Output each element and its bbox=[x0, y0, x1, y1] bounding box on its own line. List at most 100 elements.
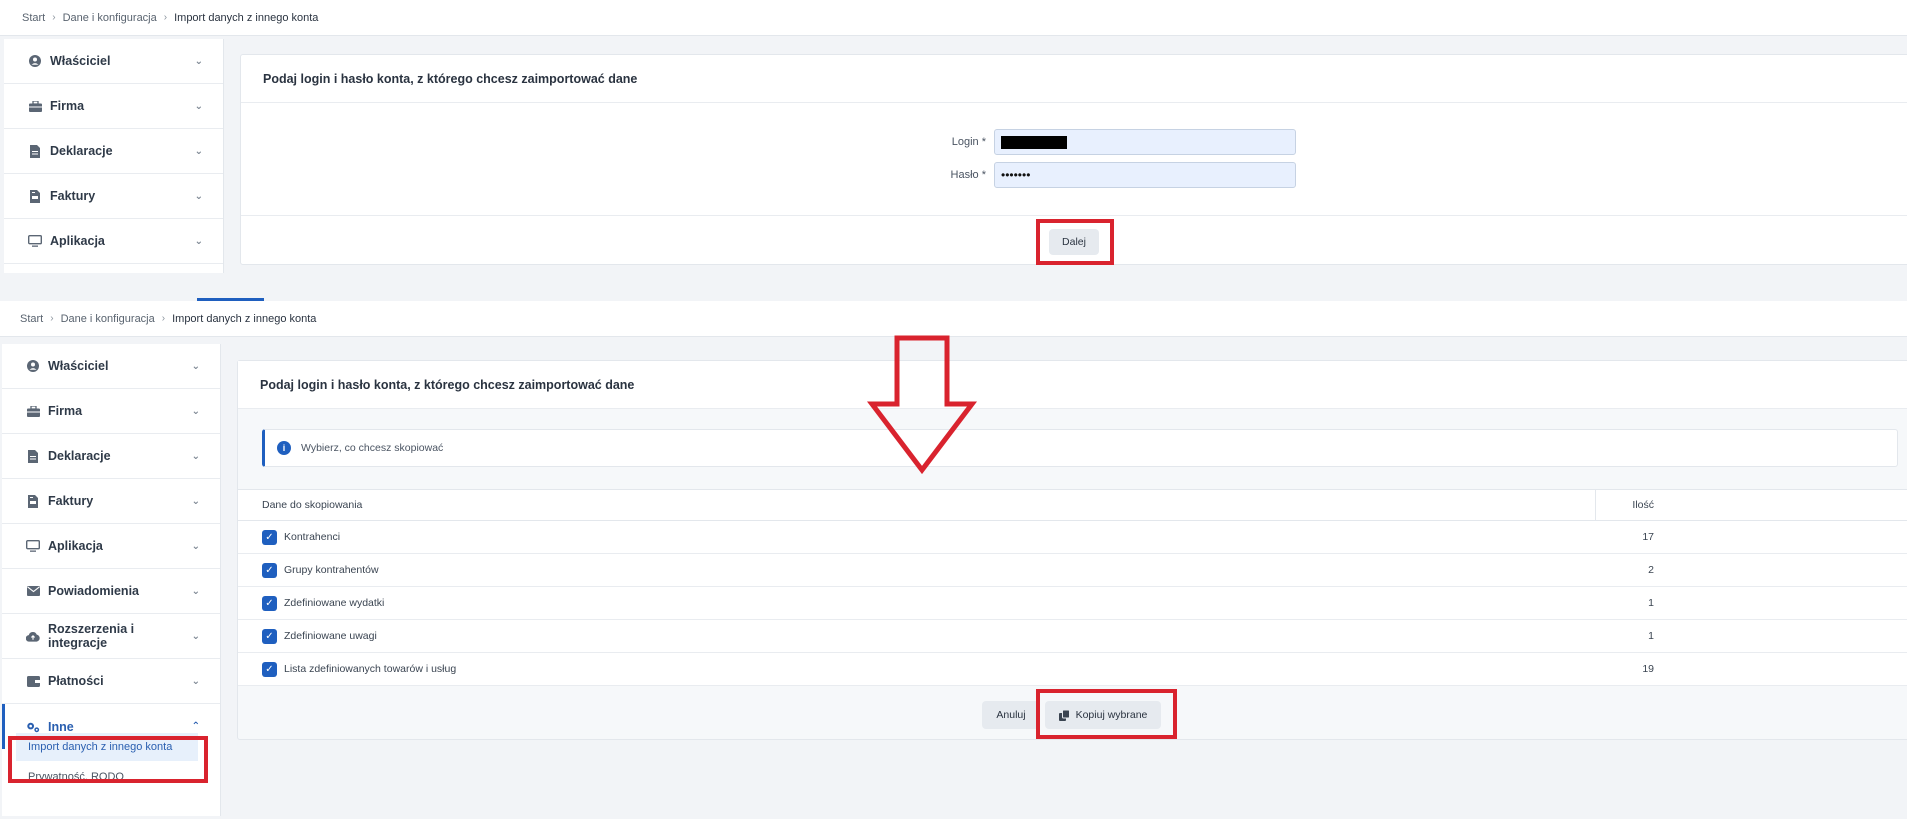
sidebar-item-label: Firma bbox=[50, 99, 85, 113]
breadcrumb-separator-icon: › bbox=[52, 12, 56, 23]
document-icon bbox=[28, 144, 42, 158]
sidebar-item-wlasciciel[interactable]: Właściciel ⌄ bbox=[2, 344, 220, 389]
copy-card: Podaj login i hasło konta, z którego chc… bbox=[237, 360, 1907, 740]
sidebar-item-firma[interactable]: Firma ⌄ bbox=[2, 389, 220, 434]
sidebar-item-platnosci[interactable]: Płatności ⌄ bbox=[2, 659, 220, 704]
chevron-down-icon: ⌄ bbox=[194, 145, 203, 157]
row-name-cell: ✓ Lista zdefiniowanych towarów i usług bbox=[262, 653, 456, 685]
chevron-down-icon: ⌄ bbox=[191, 450, 200, 462]
chevron-down-icon: ⌄ bbox=[191, 630, 200, 642]
sidebar-item-label: Płatności bbox=[48, 674, 104, 688]
sidebar-item-powiadomienia[interactable]: Powiadomienia ⌄ bbox=[2, 569, 220, 614]
sidebar-item-aplikacja[interactable]: Aplikacja ⌄ bbox=[2, 524, 220, 569]
sidebar-item-aplikacja[interactable]: Aplikacja ⌄ bbox=[4, 219, 223, 264]
envelope-icon bbox=[26, 584, 40, 598]
sidebar-item-label: Faktury bbox=[48, 494, 94, 508]
login-input[interactable] bbox=[994, 129, 1296, 155]
row-name: Zdefiniowane wydatki bbox=[284, 597, 385, 609]
checkbox-checked-icon[interactable]: ✓ bbox=[262, 562, 277, 578]
chevron-down-icon: ⌄ bbox=[191, 585, 200, 597]
table-header: Dane do skopiowania Ilość bbox=[238, 489, 1907, 521]
info-icon: i bbox=[277, 441, 291, 455]
chevron-down-icon: ⌄ bbox=[194, 235, 203, 247]
highlight-box-next bbox=[1036, 219, 1114, 265]
breadcrumb-separator-icon: › bbox=[161, 313, 166, 324]
sidebar-item-label: Aplikacja bbox=[50, 234, 105, 248]
row-name-cell: ✓ Zdefiniowane uwagi bbox=[262, 620, 377, 652]
checkbox-checked-icon[interactable]: ✓ bbox=[262, 529, 277, 545]
highlight-box-import bbox=[8, 736, 208, 783]
row-name: Zdefiniowane uwagi bbox=[284, 630, 377, 642]
cancel-button[interactable]: Anuluj bbox=[982, 701, 1040, 729]
row-name-cell: ✓ Kontrahenci bbox=[262, 521, 340, 553]
login-label: Login * bbox=[951, 136, 986, 148]
sidebar-item-faktury[interactable]: Faktury ⌄ bbox=[2, 479, 220, 524]
sidebar-item-firma[interactable]: Firma ⌄ bbox=[4, 84, 223, 129]
sidebar-item-label: Rozszerzenia i integracje bbox=[48, 622, 135, 650]
sidebar-item-label: Deklaracje bbox=[50, 144, 113, 158]
chevron-down-icon: ⌄ bbox=[191, 675, 200, 687]
password-row: Hasło * ••••••• bbox=[934, 162, 1296, 188]
chevron-up-icon: ⌃ bbox=[191, 721, 200, 732]
document-icon bbox=[26, 449, 40, 463]
cloud-upload-icon bbox=[26, 629, 40, 643]
checkbox-checked-icon[interactable]: ✓ bbox=[262, 595, 277, 611]
row-qty: 17 bbox=[1642, 531, 1654, 543]
checkbox-checked-icon[interactable]: ✓ bbox=[262, 661, 277, 677]
breadcrumb-separator-icon: › bbox=[50, 313, 54, 324]
column-header-name: Dane do skopiowania bbox=[262, 499, 363, 511]
sidebar-item-faktury[interactable]: Faktury ⌄ bbox=[4, 174, 223, 219]
divider bbox=[241, 215, 1907, 216]
checkbox-checked-icon[interactable]: ✓ bbox=[262, 628, 277, 644]
invoice-icon bbox=[28, 189, 42, 203]
breadcrumb-config[interactable]: Dane i konfiguracja bbox=[61, 313, 155, 325]
info-alert: i Wybierz, co chcesz skopiować bbox=[262, 429, 1898, 467]
password-input[interactable]: ••••••• bbox=[994, 162, 1296, 188]
row-name: Grupy kontrahentów bbox=[284, 564, 379, 576]
table-row: ✓ Lista zdefiniowanych towarów i usług 19 bbox=[238, 653, 1907, 686]
chevron-down-icon: ⌄ bbox=[191, 495, 200, 507]
top-screenshot-panel: Start › Dane i konfiguracja › Import dan… bbox=[0, 0, 1907, 273]
user-circle-icon bbox=[28, 54, 42, 68]
briefcase-icon bbox=[28, 99, 42, 113]
row-name-cell: ✓ Grupy kontrahentów bbox=[262, 554, 379, 586]
chevron-down-icon: ⌄ bbox=[194, 55, 203, 67]
table-row: ✓ Zdefiniowane wydatki 1 bbox=[238, 587, 1907, 620]
sidebar-item-deklaracje[interactable]: Deklaracje ⌄ bbox=[2, 434, 220, 479]
table-row: ✓ Kontrahenci 17 bbox=[238, 521, 1907, 554]
breadcrumb: Start › Dane i konfiguracja › Import dan… bbox=[0, 301, 1907, 337]
sidebar-item-label: Inne bbox=[48, 719, 74, 734]
wallet-icon bbox=[26, 674, 40, 688]
chevron-down-icon: ⌄ bbox=[194, 100, 203, 112]
sidebar-item-label: Aplikacja bbox=[48, 539, 103, 553]
sidebar-item-rozszerzenia[interactable]: Rozszerzenia i integracje ⌄ bbox=[2, 614, 220, 659]
breadcrumb-config[interactable]: Dane i konfiguracja bbox=[63, 12, 157, 24]
column-header-qty: Ilość bbox=[1632, 499, 1654, 511]
breadcrumb-start[interactable]: Start bbox=[22, 12, 45, 24]
row-name-cell: ✓ Zdefiniowane wydatki bbox=[262, 587, 384, 619]
login-row: Login * bbox=[934, 129, 1296, 155]
table-row: ✓ Grupy kontrahentów 2 bbox=[238, 554, 1907, 587]
gears-icon bbox=[26, 720, 40, 734]
briefcase-icon bbox=[26, 404, 40, 418]
table-row: ✓ Zdefiniowane uwagi 1 bbox=[238, 620, 1907, 653]
sidebar-item-deklaracje[interactable]: Deklaracje ⌄ bbox=[4, 129, 223, 174]
row-name: Lista zdefiniowanych towarów i usług bbox=[284, 663, 457, 675]
row-qty: 19 bbox=[1642, 663, 1654, 675]
card-title: Podaj login i hasło konta, z którego chc… bbox=[238, 361, 1907, 409]
invoice-icon bbox=[26, 494, 40, 508]
info-text: Wybierz, co chcesz skopiować bbox=[301, 442, 444, 454]
chevron-down-icon: ⌄ bbox=[194, 190, 203, 202]
row-qty: 2 bbox=[1648, 564, 1654, 576]
breadcrumb-start[interactable]: Start bbox=[20, 313, 43, 325]
breadcrumb-current: Import danych z innego konta bbox=[172, 312, 317, 325]
breadcrumb: Start › Dane i konfiguracja › Import dan… bbox=[0, 0, 1907, 36]
sidebar-item-wlasciciel[interactable]: Właściciel ⌄ bbox=[4, 39, 223, 84]
breadcrumb-separator-icon: › bbox=[163, 12, 168, 23]
chevron-down-icon: ⌄ bbox=[191, 540, 200, 552]
sidebar-item-label: Faktury bbox=[50, 189, 96, 203]
password-label: Hasło * bbox=[950, 169, 986, 181]
column-divider bbox=[1595, 490, 1596, 520]
chevron-down-icon: ⌄ bbox=[191, 405, 200, 417]
row-name: Kontrahenci bbox=[284, 531, 341, 543]
